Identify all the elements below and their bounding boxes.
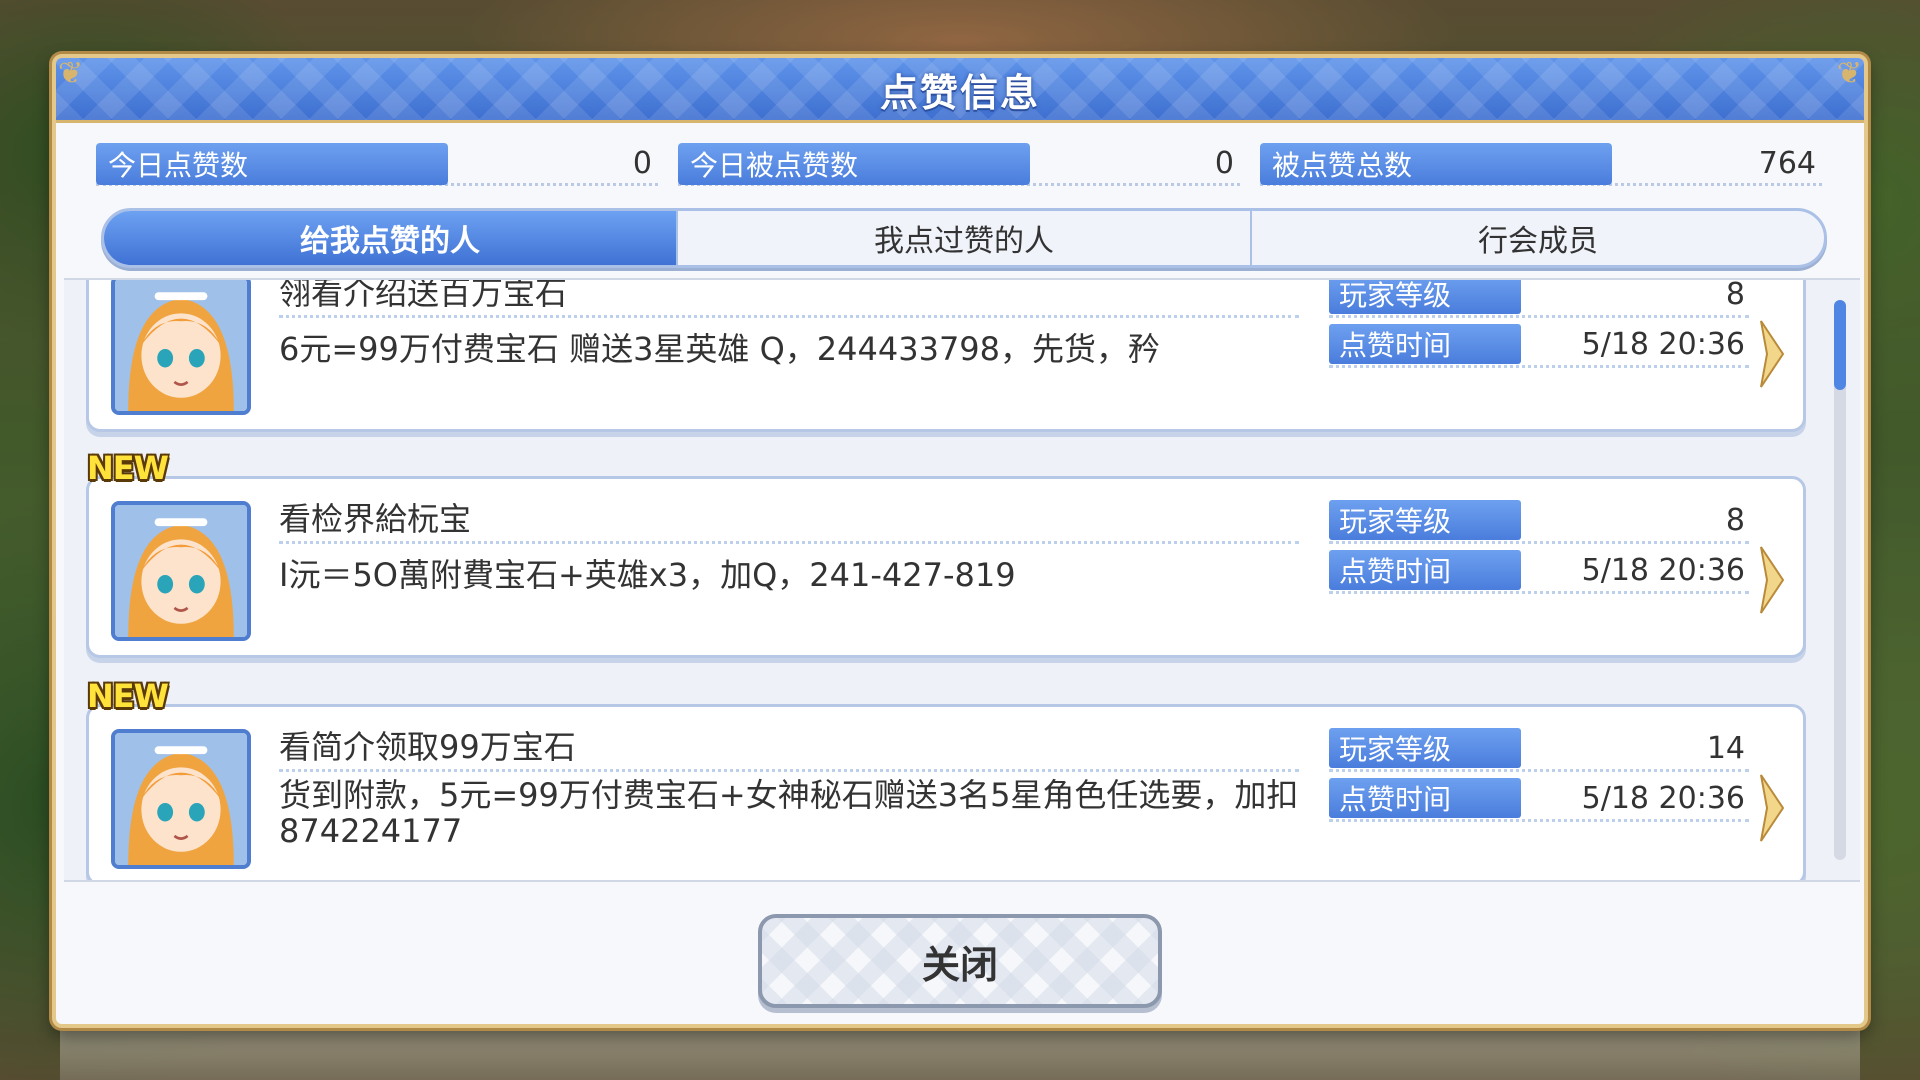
stat-today-likes: 今日点赞数 0 bbox=[96, 142, 658, 186]
list-item[interactable]: 翎看介绍送百万宝石 6元=99万付费宝石 赠送3星英雄 Q，244433798，… bbox=[86, 278, 1806, 432]
dialog-header: ❦ 点赞信息 ❦ bbox=[56, 56, 1864, 123]
avatar-portrait-icon bbox=[115, 733, 247, 865]
player-message: 6元=99万付费宝石 赠送3星英雄 Q，244433798，先货，矜 bbox=[279, 330, 1161, 368]
time-label: 点赞时间 bbox=[1329, 550, 1521, 590]
stat-label: 今日点赞数 bbox=[96, 142, 448, 185]
chevron-right-icon[interactable] bbox=[1759, 773, 1785, 843]
time-row: 点赞时间 5/18 20:36 bbox=[1329, 323, 1749, 368]
level-label: 玩家等级 bbox=[1329, 280, 1521, 314]
close-button[interactable]: 关闭 bbox=[758, 914, 1162, 1008]
avatar-portrait-icon bbox=[115, 505, 247, 637]
tab-bar: 给我点赞的人 我点过赞的人 行会成员 bbox=[101, 208, 1827, 268]
list-item[interactable]: NEW 看检界給杬宝 I沅＝5O萬附費宝石+英雄x3，加Q，241-427-81… bbox=[86, 449, 1806, 658]
time-value: 5/18 20:36 bbox=[1581, 780, 1745, 816]
bottom-nav-blurred bbox=[60, 1030, 1860, 1080]
tab-liked-me[interactable]: 给我点赞的人 bbox=[104, 211, 678, 265]
avatar[interactable] bbox=[111, 280, 251, 415]
dialog-title: 点赞信息 bbox=[879, 70, 1040, 115]
ornament-left-icon: ❦ bbox=[58, 56, 84, 91]
avatar-portrait-icon bbox=[115, 280, 247, 411]
time-label: 点赞时间 bbox=[1329, 778, 1521, 818]
level-row: 玩家等级 8 bbox=[1329, 278, 1749, 318]
player-name: 看检界給杬宝 bbox=[279, 493, 1299, 544]
level-row: 玩家等级 14 bbox=[1329, 727, 1749, 772]
time-row: 点赞时间 5/18 20:36 bbox=[1329, 549, 1749, 594]
stat-total-received: 被点赞总数 764 bbox=[1260, 142, 1822, 186]
time-value: 5/18 20:36 bbox=[1581, 326, 1745, 362]
stat-value: 0 bbox=[632, 146, 652, 181]
level-label: 玩家等级 bbox=[1329, 500, 1521, 540]
level-label: 玩家等级 bbox=[1329, 728, 1521, 768]
avatar[interactable] bbox=[111, 729, 251, 869]
stat-label: 今日被点赞数 bbox=[678, 142, 1030, 185]
scrollbar[interactable] bbox=[1834, 300, 1846, 860]
level-value: 14 bbox=[1706, 730, 1745, 766]
new-badge: NEW bbox=[87, 677, 169, 715]
stat-today-received: 今日被点赞数 0 bbox=[678, 142, 1240, 186]
player-name: 看简介领取99万宝石 bbox=[279, 721, 1299, 772]
chevron-right-icon[interactable] bbox=[1759, 319, 1785, 389]
tab-guild-members[interactable]: 行会成员 bbox=[1252, 211, 1824, 265]
level-value: 8 bbox=[1725, 278, 1745, 312]
time-row: 点赞时间 5/18 20:36 bbox=[1329, 777, 1749, 822]
player-message: 货到附款，5元=99万付费宝石+女神秘石赠送3名5星角色任选要，加扣874224… bbox=[279, 776, 1299, 850]
scroll-thumb[interactable] bbox=[1834, 300, 1846, 390]
avatar[interactable] bbox=[111, 501, 251, 641]
like-list[interactable]: 翎看介绍送百万宝石 6元=99万付费宝石 赠送3星英雄 Q，244433798，… bbox=[64, 278, 1860, 882]
time-label: 点赞时间 bbox=[1329, 324, 1521, 364]
stat-value: 0 bbox=[1214, 146, 1234, 181]
new-badge: NEW bbox=[87, 449, 169, 487]
like-info-dialog: ❦ 点赞信息 ❦ 今日点赞数 0 今日被点赞数 0 被点赞总数 764 给我点赞… bbox=[52, 54, 1868, 1028]
stats-bar: 今日点赞数 0 今日被点赞数 0 被点赞总数 764 bbox=[96, 142, 1822, 186]
chevron-right-icon[interactable] bbox=[1759, 545, 1785, 615]
stat-value: 764 bbox=[1758, 146, 1816, 181]
list-item[interactable]: NEW 看简介领取99万宝石 货到附款，5元=99万付费宝石+女神秘石赠送3名5… bbox=[86, 677, 1806, 880]
tab-i-liked[interactable]: 我点过赞的人 bbox=[678, 211, 1252, 265]
player-message: I沅＝5O萬附費宝石+英雄x3，加Q，241-427-819 bbox=[279, 556, 1016, 594]
stat-label: 被点赞总数 bbox=[1260, 142, 1612, 185]
level-row: 玩家等级 8 bbox=[1329, 499, 1749, 544]
time-value: 5/18 20:36 bbox=[1581, 552, 1745, 588]
level-value: 8 bbox=[1725, 502, 1745, 538]
player-name: 翎看介绍送百万宝石 bbox=[279, 280, 1299, 318]
ornament-right-icon: ❦ bbox=[1836, 56, 1862, 91]
